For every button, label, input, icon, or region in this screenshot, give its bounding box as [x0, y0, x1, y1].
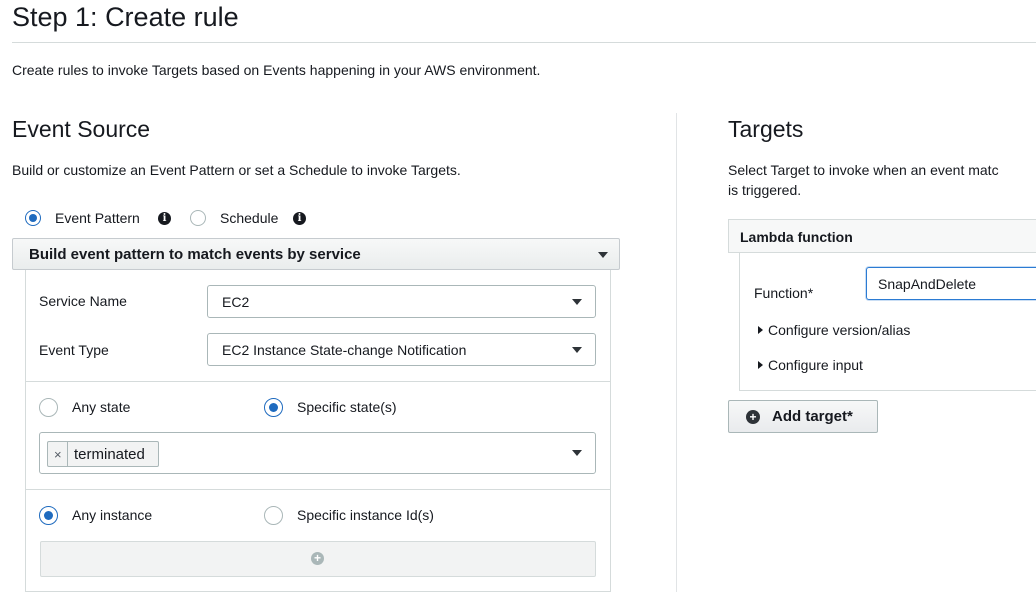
configure-version-link[interactable]: Configure version/alias: [768, 322, 910, 338]
chevron-down-icon: [572, 347, 582, 353]
plus-circle-icon: +: [746, 410, 760, 424]
state-chip-label: terminated: [74, 446, 145, 463]
add-target-label: Add target*: [772, 408, 853, 425]
any-state-label[interactable]: Any state: [72, 399, 130, 415]
title-divider: [12, 42, 1036, 43]
event-pattern-radio[interactable]: [25, 210, 41, 226]
page-description: Create rules to invoke Targets based on …: [12, 62, 541, 78]
remove-chip-icon[interactable]: ×: [54, 447, 62, 462]
event-pattern-info-icon[interactable]: i: [158, 212, 171, 225]
function-input-value: SnapAndDelete: [878, 276, 977, 292]
target-type-label: Lambda function: [740, 229, 853, 245]
add-target-button[interactable]: + Add target*: [728, 400, 878, 433]
any-instance-label[interactable]: Any instance: [72, 507, 152, 523]
plus-icon: +: [311, 552, 324, 565]
add-instance-button[interactable]: +: [40, 541, 596, 577]
function-label: Function*: [754, 285, 814, 301]
event-type-select[interactable]: EC2 Instance State-change Notification: [207, 333, 596, 366]
targets-description-line2: is triggered.: [728, 182, 802, 198]
state-chip[interactable]: × terminated: [47, 441, 159, 467]
chevron-down-icon: [572, 299, 582, 305]
specific-instance-label[interactable]: Specific instance Id(s): [297, 507, 434, 523]
specific-state-label[interactable]: Specific state(s): [297, 399, 397, 415]
specific-instance-radio[interactable]: [264, 506, 283, 525]
page-title: Step 1: Create rule: [12, 2, 239, 32]
event-pattern-label[interactable]: Event Pattern: [55, 210, 140, 226]
service-name-value: EC2: [222, 294, 250, 310]
builder-select-label: Build event pattern to match events by s…: [29, 246, 361, 263]
event-pattern-builder-select[interactable]: Build event pattern to match events by s…: [12, 238, 620, 270]
service-name-select[interactable]: EC2: [207, 285, 596, 318]
event-type-label: Event Type: [39, 342, 109, 358]
schedule-label[interactable]: Schedule: [220, 210, 278, 226]
event-source-description: Build or customize an Event Pattern or s…: [12, 162, 461, 178]
event-type-value: EC2 Instance State-change Notification: [222, 342, 467, 358]
section-divider: [26, 381, 610, 382]
specific-state-radio[interactable]: [264, 398, 283, 417]
schedule-info-icon[interactable]: i: [293, 212, 306, 225]
targets-description-line1: Select Target to invoke when an event ma…: [728, 162, 999, 178]
chevron-down-icon: [572, 450, 582, 456]
any-state-radio[interactable]: [39, 398, 58, 417]
any-instance-radio[interactable]: [39, 506, 58, 525]
section-divider: [26, 489, 610, 490]
function-input[interactable]: SnapAndDelete: [866, 267, 1036, 300]
configure-input-link[interactable]: Configure input: [768, 357, 863, 373]
event-source-heading: Event Source: [12, 116, 151, 142]
column-divider: [676, 113, 677, 592]
service-name-label: Service Name: [39, 293, 127, 309]
caret-right-icon[interactable]: [758, 361, 763, 369]
caret-right-icon[interactable]: [758, 326, 763, 334]
schedule-radio[interactable]: [190, 210, 206, 226]
targets-heading: Targets: [728, 116, 804, 142]
chevron-down-icon: [598, 252, 608, 258]
target-type-select[interactable]: Lambda function: [728, 219, 1036, 253]
